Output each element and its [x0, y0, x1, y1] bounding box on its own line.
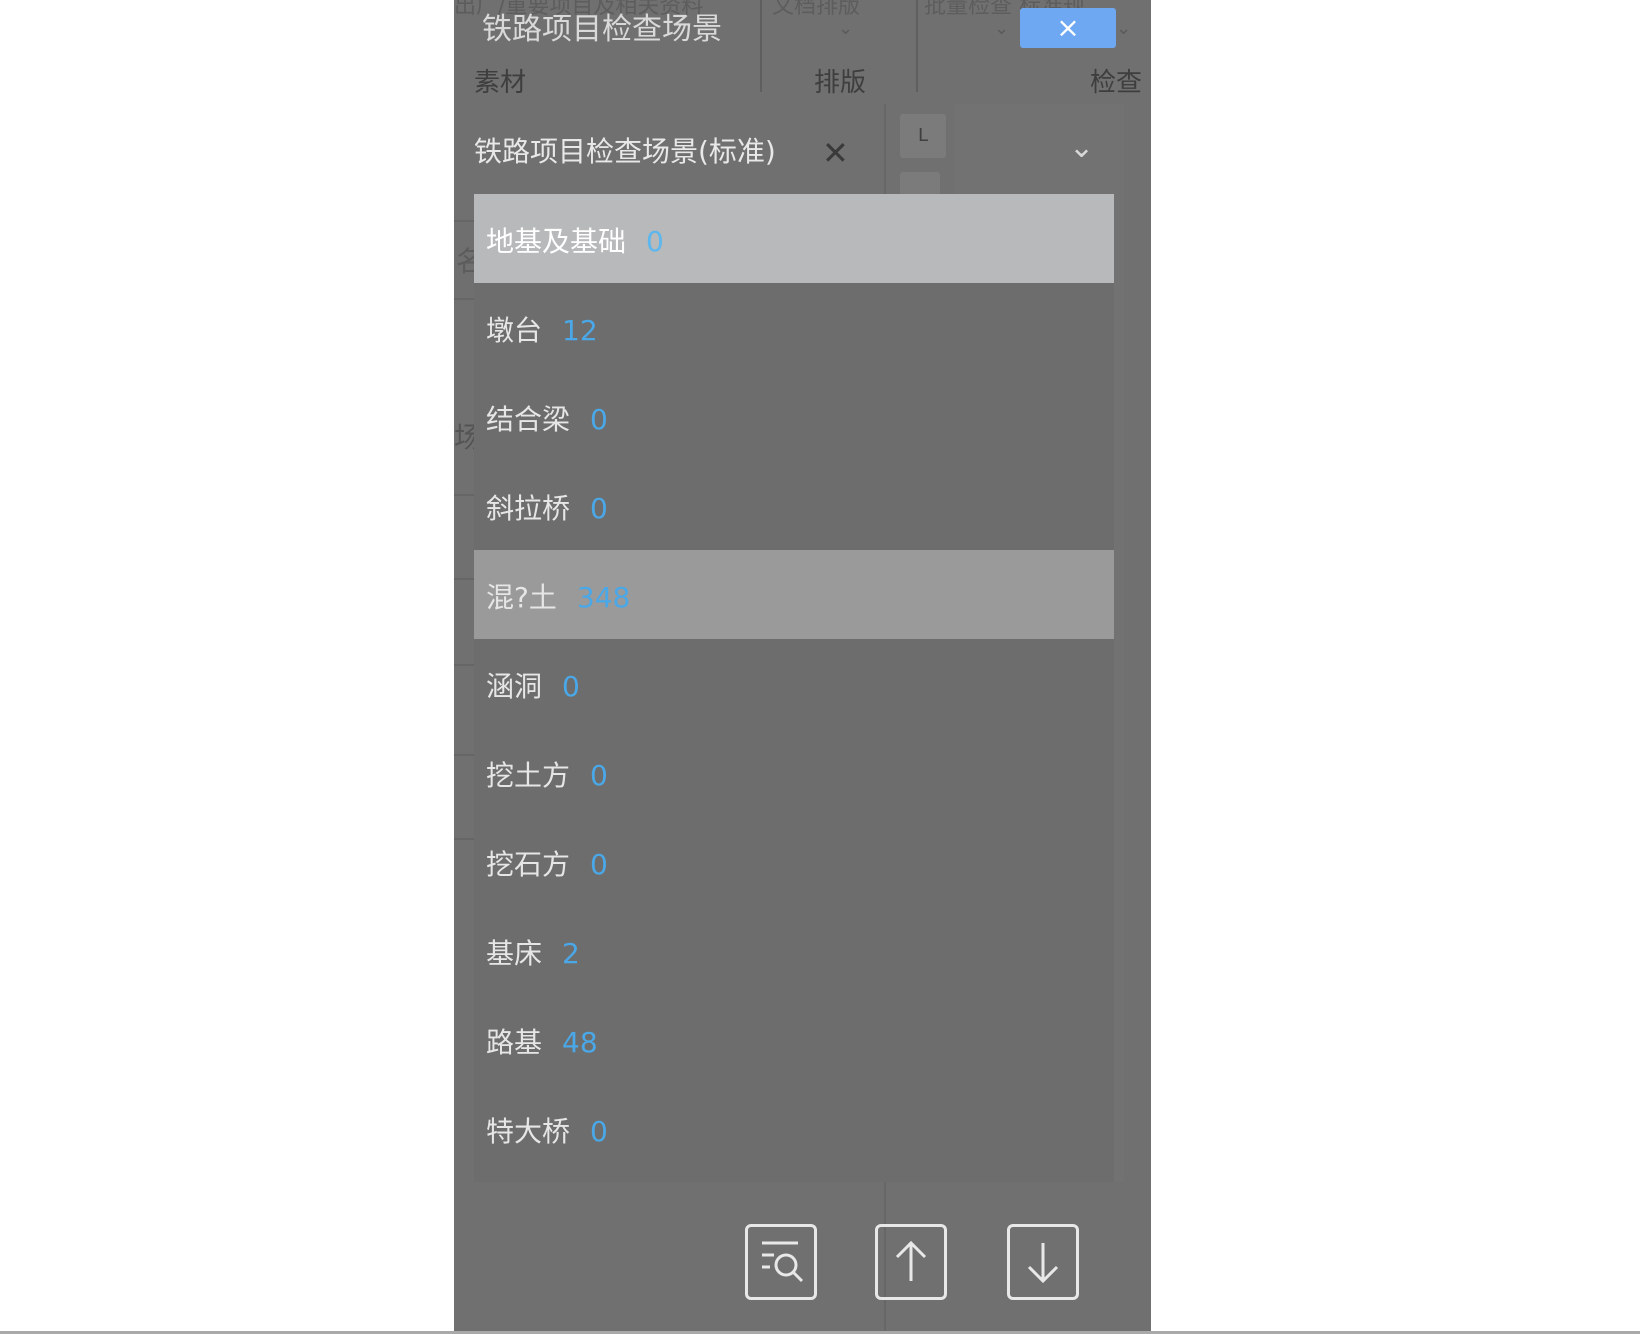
- ribbon-divider: [760, 0, 762, 92]
- list-item[interactable]: 挖石方 0: [474, 817, 1114, 906]
- ribbon-group-layout[interactable]: 排版: [814, 62, 866, 99]
- list-item[interactable]: 墩台 12: [474, 283, 1114, 372]
- item-count: 0: [590, 759, 608, 792]
- app-title: 铁路项目检查场景: [482, 12, 722, 47]
- item-count: 0: [590, 848, 608, 881]
- item-count: 0: [562, 670, 580, 703]
- search-list-button[interactable]: [745, 1224, 817, 1300]
- list-item[interactable]: 特大桥 0: [474, 1084, 1114, 1173]
- item-count: 0: [646, 225, 664, 258]
- ribbon-divider: [916, 0, 918, 92]
- item-count: 348: [576, 581, 631, 614]
- arrow-down-icon: [1027, 1243, 1059, 1284]
- item-count: 0: [590, 1115, 608, 1148]
- list-item[interactable]: 路基 48: [474, 995, 1114, 1084]
- chevron-down-icon: ⌄: [838, 18, 854, 39]
- arrow-up-icon: [895, 1240, 927, 1281]
- app-window: 出厂/重要项目及相关资料 文档排版 批量检查 标准规 ⌄ ⌄ ⌄ 铁路项目检查场…: [454, 0, 1151, 1334]
- close-icon[interactable]: ✕: [822, 134, 849, 172]
- dropdown-title: 铁路项目检查场景(标准): [474, 135, 776, 168]
- item-name: 墩台: [486, 314, 543, 347]
- list-item[interactable]: 挖土方 0: [474, 728, 1114, 817]
- list-item[interactable]: 地基及基础 0: [474, 194, 1114, 283]
- item-count: 2: [562, 937, 580, 970]
- list-item[interactable]: 斜拉桥 0: [474, 461, 1114, 550]
- ribbon-group-material[interactable]: 素材: [474, 62, 526, 99]
- item-count: 0: [590, 403, 608, 436]
- item-name: 地基及基础: [486, 225, 627, 258]
- list-item[interactable]: 基床 2: [474, 906, 1114, 995]
- search-list-icon: [762, 1241, 804, 1283]
- item-count: 0: [590, 492, 608, 525]
- item-name: 结合梁: [486, 403, 571, 436]
- list-item[interactable]: 涵洞 0: [474, 639, 1114, 728]
- list-item[interactable]: 结合梁 0: [474, 372, 1114, 461]
- move-up-button[interactable]: [875, 1224, 947, 1300]
- chevron-down-icon[interactable]: ⌄: [1069, 130, 1094, 165]
- item-name: 挖石方: [486, 848, 571, 881]
- dropdown-list: 地基及基础 0 墩台 12 结合梁 0 斜拉桥 0 混?土 348 涵洞 0 挖土方 0 挖石…: [474, 194, 1114, 1182]
- move-down-button[interactable]: [1007, 1224, 1079, 1300]
- ribbon-ghost-text: 文档排版: [772, 0, 861, 19]
- item-name: 路基: [486, 1026, 543, 1059]
- scene-dropdown: 铁路项目检查场景(标准) ✕ ⌄ 地基及基础 0 墩台 12 结合梁 0 斜拉桥 0 混…: [474, 104, 1114, 1184]
- item-count: 12: [562, 314, 598, 347]
- chevron-down-icon: ⌄: [1116, 18, 1132, 39]
- item-name: 特大桥: [486, 1115, 571, 1148]
- item-name: 斜拉桥: [486, 492, 571, 525]
- list-item[interactable]: 混?土 348: [474, 550, 1114, 639]
- close-button[interactable]: ×: [1020, 8, 1116, 48]
- item-name: 挖土方: [486, 759, 571, 792]
- item-name: 基床: [486, 937, 543, 970]
- ribbon-group-check[interactable]: 检查: [1090, 62, 1142, 99]
- chevron-down-icon: ⌄: [994, 18, 1010, 39]
- item-name: 涵洞: [486, 670, 543, 703]
- item-name: 混?土: [486, 581, 557, 614]
- item-count: 48: [562, 1026, 598, 1059]
